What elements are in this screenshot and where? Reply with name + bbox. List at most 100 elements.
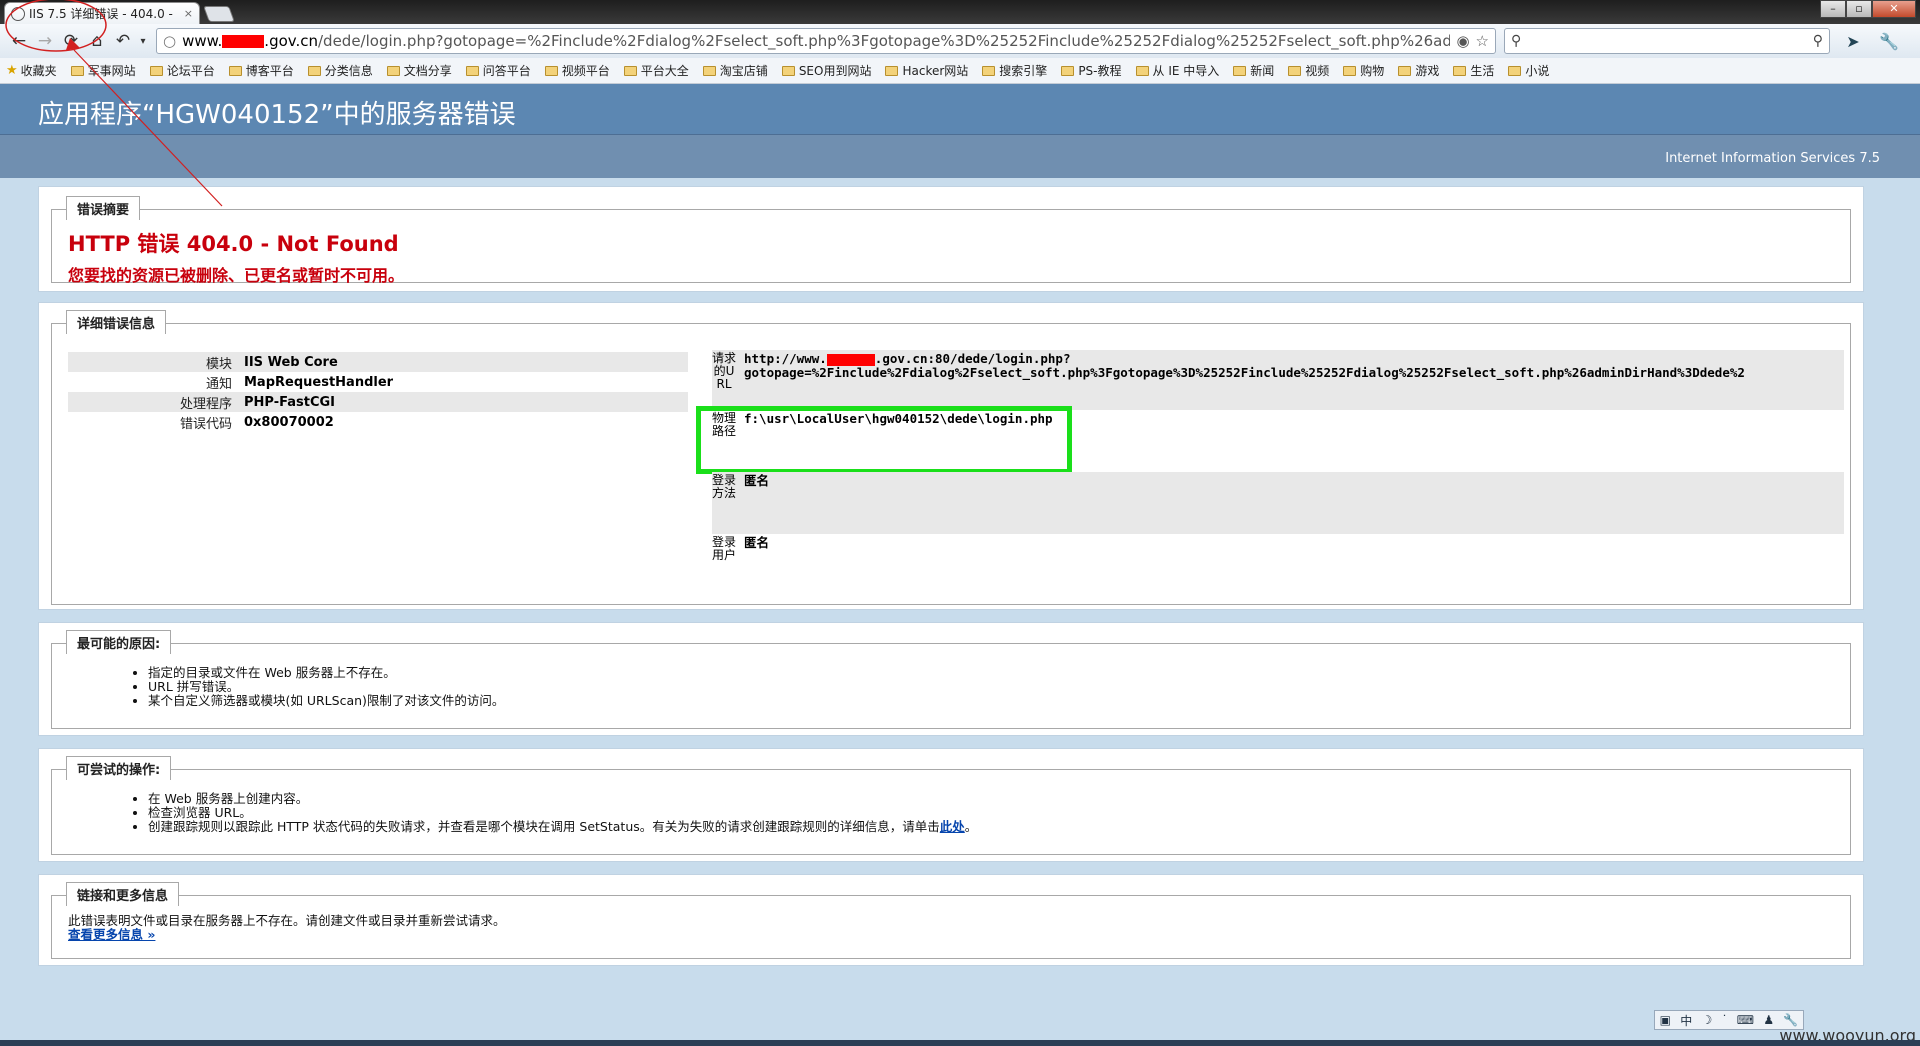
folder-icon [386, 65, 400, 76]
browser-tab[interactable]: IIS 7.5 详细错误 - 404.0 - × [4, 2, 200, 24]
close-window-button[interactable]: ✕ [1872, 0, 1916, 18]
bookmark-folder[interactable]: 文档分享 [386, 62, 452, 79]
physical-path-label: 物理路径 [712, 411, 737, 438]
bookmark-folder[interactable]: 博客平台 [228, 62, 294, 79]
bookmark-folder[interactable]: 淘宝店铺 [702, 62, 768, 79]
bookmark-folder[interactable]: 购物 [1343, 62, 1384, 79]
folder-icon [465, 65, 479, 76]
bookmark-folder[interactable]: 游戏 [1398, 62, 1439, 79]
bookmarks-bar: ★ 收藏夹 军事网站 论坛平台 博客平台 分类信息 文档分享 问答平台 视频平台 平台大全 淘宝店… [0, 58, 1920, 84]
page-icon [11, 6, 25, 21]
causes-list: 指定的目录或文件在 Web 服务器上不存在。 URL 拼写错误。 某个自定义筛选… [148, 666, 504, 708]
user-icon[interactable]: ♟ [1763, 1013, 1774, 1027]
bookmark-folder[interactable]: 问答平台 [465, 62, 531, 79]
detail-row: 模块 IIS Web Core [68, 352, 688, 372]
list-item: 检查浏览器 URL。 [148, 806, 977, 820]
actions-list: 在 Web 服务器上创建内容。 检查浏览器 URL。 创建跟踪规则以跟踪此 HT… [148, 792, 977, 834]
list-item: 创建跟踪规则以跟踪此 HTTP 状态代码的失败请求，并查看是哪个模块在调用 Se… [148, 820, 977, 834]
page-menu-icon[interactable]: ➤ [1840, 32, 1866, 51]
folder-icon [1453, 65, 1467, 76]
folder-icon [307, 65, 321, 76]
search-box[interactable]: ⚲ ⚲ [1504, 28, 1830, 54]
folder-icon [1343, 65, 1357, 76]
bookmark-folder[interactable]: 小说 [1508, 62, 1549, 79]
folder-icon [1135, 65, 1149, 76]
moon-icon[interactable]: ☽ [1701, 1013, 1712, 1027]
links-legend: 链接和更多信息 [66, 882, 180, 906]
folder-icon [1508, 65, 1522, 76]
detail-row: 通知 MapRequestHandler [205, 374, 394, 392]
search-go-icon[interactable]: ⚲ [1813, 33, 1823, 49]
bookmark-folder[interactable]: 平台大全 [623, 62, 689, 79]
detail-left-table: 模块 IIS Web Core 通知 MapRequestHandler 处理程序 P… [68, 352, 688, 432]
wrench-icon[interactable]: 🔧 [1876, 32, 1902, 51]
error-title: HTTP 错误 404.0 - Not Found [68, 232, 399, 256]
back-button[interactable]: ← [6, 28, 32, 54]
bookmark-folder[interactable]: 论坛平台 [149, 62, 215, 79]
list-item: 指定的目录或文件在 Web 服务器上不存在。 [148, 666, 504, 680]
logon-method-value: 匿名 [744, 473, 770, 488]
bookmark-folder[interactable]: 视频平台 [544, 62, 610, 79]
logon-method-label: 登录方法 [712, 473, 737, 500]
page-title: 应用程序“HGW040152”中的服务器错误 [0, 84, 1920, 134]
product-name: Internet Information Services 7.5 [0, 134, 1920, 178]
folder-icon [228, 65, 242, 76]
logon-method-row: 登录方法 匿名 [712, 472, 1844, 534]
bookmark-folder[interactable]: 视频 [1288, 62, 1329, 79]
error-description: 您要找的资源已被删除、已更名或暂时不可用。 [68, 266, 405, 285]
forward-button[interactable]: → [32, 28, 58, 54]
address-bar[interactable]: ○ www. .gov.cn/dede/login.php?gotopage=%2… [156, 28, 1496, 54]
browser-toolbar: ← → ⟳ ⌂ ↶ ▾ ○ www. .gov.cn/dede/login.php… [0, 24, 1920, 58]
bookmark-folder[interactable]: SEO用到网站 [781, 62, 871, 79]
minimize-button[interactable]: – [1820, 0, 1846, 18]
bookmark-folder[interactable]: 分类信息 [307, 62, 373, 79]
logon-user-row: 登录用户 匿名 [712, 534, 1844, 594]
bookmark-folder[interactable]: PS-教程 [1061, 62, 1122, 79]
bookmark-folder[interactable]: 生活 [1453, 62, 1494, 79]
folder-icon [1398, 65, 1412, 76]
bookmark-folder[interactable]: 新闻 [1233, 62, 1274, 79]
physical-path-row: 物理路径 f:\usr\LocalUser\hgw040152\dede\log… [696, 406, 1844, 474]
bookmark-folder[interactable]: 搜索引擎 [982, 62, 1047, 79]
actions-fieldset: 可尝试的操作: 在 Web 服务器上创建内容。 检查浏览器 URL。 创建跟踪规… [51, 756, 1851, 855]
folder-icon [149, 65, 163, 76]
folder-icon [1233, 65, 1247, 76]
wrench-icon[interactable]: 🔧 [1783, 1013, 1798, 1027]
list-item: 在 Web 服务器上创建内容。 [148, 792, 977, 806]
punctuation-icon[interactable]: ˙ [1722, 1013, 1728, 1027]
history-dropdown-icon[interactable]: ▾ [136, 28, 150, 54]
bookmark-folder[interactable]: 军事网站 [70, 62, 136, 79]
folder-icon [1288, 65, 1302, 76]
reload-button[interactable]: ⟳ [58, 28, 84, 54]
ime-logo-icon: ▣ [1659, 1013, 1671, 1027]
request-url-query: gotopage=%2Finclude%2Fdialog%2Fselect_so… [744, 365, 1745, 380]
folder-icon [885, 65, 899, 76]
failed-request-tracing-link[interactable]: 此处 [940, 819, 965, 834]
keyboard-icon[interactable]: ⌨ [1737, 1013, 1754, 1027]
bookmark-folder[interactable]: 从 IE 中导入 [1135, 62, 1219, 79]
folder-icon [781, 65, 795, 76]
ime-mode[interactable]: 中 [1680, 1012, 1692, 1029]
request-url-label: 请求的URL [712, 351, 737, 391]
causes-fieldset: 最可能的原因: 指定的目录或文件在 Web 服务器上不存在。 URL 拼写错误。… [51, 630, 1851, 729]
maximize-button[interactable]: ▫ [1846, 0, 1872, 18]
links-fieldset: 链接和更多信息 此错误表明文件或目录在服务器上不存在。请创建文件或目录并重新尝试… [51, 882, 1851, 959]
translate-icon[interactable]: ◉ [1456, 32, 1469, 50]
bookmark-star-icon[interactable]: ☆ [1476, 32, 1489, 50]
more-info-link[interactable]: 查看更多信息 » [68, 927, 155, 942]
detail-right-table: 请求的URL http://www. .gov.cn:80/dede/login.… [696, 350, 1844, 594]
physical-path-value: f:\usr\LocalUser\hgw040152\dede\login.ph… [744, 411, 1053, 426]
new-tab-button[interactable] [203, 6, 235, 22]
page-info-icon: ○ [163, 32, 177, 50]
undo-button[interactable]: ↶ [110, 28, 136, 54]
detail-row: 错误代码 0x80070002 [179, 414, 334, 432]
home-button[interactable]: ⌂ [84, 28, 110, 54]
bookmark-folder[interactable]: Hacker网站 [885, 62, 968, 79]
error-summary-fieldset: 错误摘要 HTTP 错误 404.0 - Not Found 您要找的资源已被删… [51, 196, 1851, 285]
logon-user-label: 登录用户 [712, 535, 737, 562]
tab-close-icon[interactable]: × [184, 7, 193, 20]
request-url-row: 请求的URL http://www. .gov.cn:80/dede/login.… [712, 350, 1844, 410]
links-text: 此错误表明文件或目录在服务器上不存在。请创建文件或目录并重新尝试请求。 查看更多… [68, 913, 506, 942]
bookmark-favorites[interactable]: ★ 收藏夹 [6, 62, 57, 79]
address-url[interactable]: www. .gov.cn/dede/login.php?gotopage=%2Fi… [182, 32, 1450, 50]
